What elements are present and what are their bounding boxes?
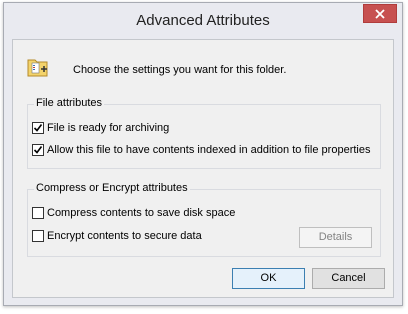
cancel-button[interactable]: Cancel <box>312 268 385 289</box>
dialog-title: Advanced Attributes <box>136 12 270 29</box>
encrypt-checkbox-row[interactable]: Encrypt contents to secure data <box>32 230 202 242</box>
checkmark-icon <box>33 124 43 132</box>
archive-checkbox-row[interactable]: File is ready for archiving <box>32 122 169 134</box>
folder-settings-icon <box>27 59 48 77</box>
encrypt-checkbox[interactable] <box>32 230 44 242</box>
index-checkbox[interactable] <box>32 144 44 156</box>
file-attributes-label: File attributes <box>34 97 105 109</box>
dialog-body: Choose the settings you want for this fo… <box>12 39 394 298</box>
compress-checkbox-row[interactable]: Compress contents to save disk space <box>32 207 235 219</box>
compress-encrypt-label: Compress or Encrypt attributes <box>34 182 190 194</box>
ok-button[interactable]: OK <box>232 268 305 289</box>
compress-encrypt-group: Compress or Encrypt attributes Compress … <box>27 182 381 257</box>
archive-label: File is ready for archiving <box>47 122 170 134</box>
title-bar[interactable]: Advanced Attributes <box>4 3 402 38</box>
close-icon <box>375 9 385 19</box>
encrypt-label: Encrypt contents to secure data <box>47 230 202 242</box>
compress-label: Compress contents to save disk space <box>47 207 236 219</box>
compress-checkbox[interactable] <box>32 207 44 219</box>
index-checkbox-row[interactable]: Allow this file to have contents indexed… <box>32 144 370 156</box>
checkmark-icon <box>33 146 43 154</box>
advanced-attributes-dialog: Advanced Attributes Choose the settings … <box>3 2 403 306</box>
close-button[interactable] <box>363 4 397 23</box>
archive-checkbox[interactable] <box>32 122 44 134</box>
intro-text: Choose the settings you want for this fo… <box>73 64 287 76</box>
details-button[interactable]: Details <box>299 227 372 248</box>
file-attributes-group: File attributes File is ready for archiv… <box>27 97 381 169</box>
index-label: Allow this file to have contents indexed… <box>47 144 371 156</box>
